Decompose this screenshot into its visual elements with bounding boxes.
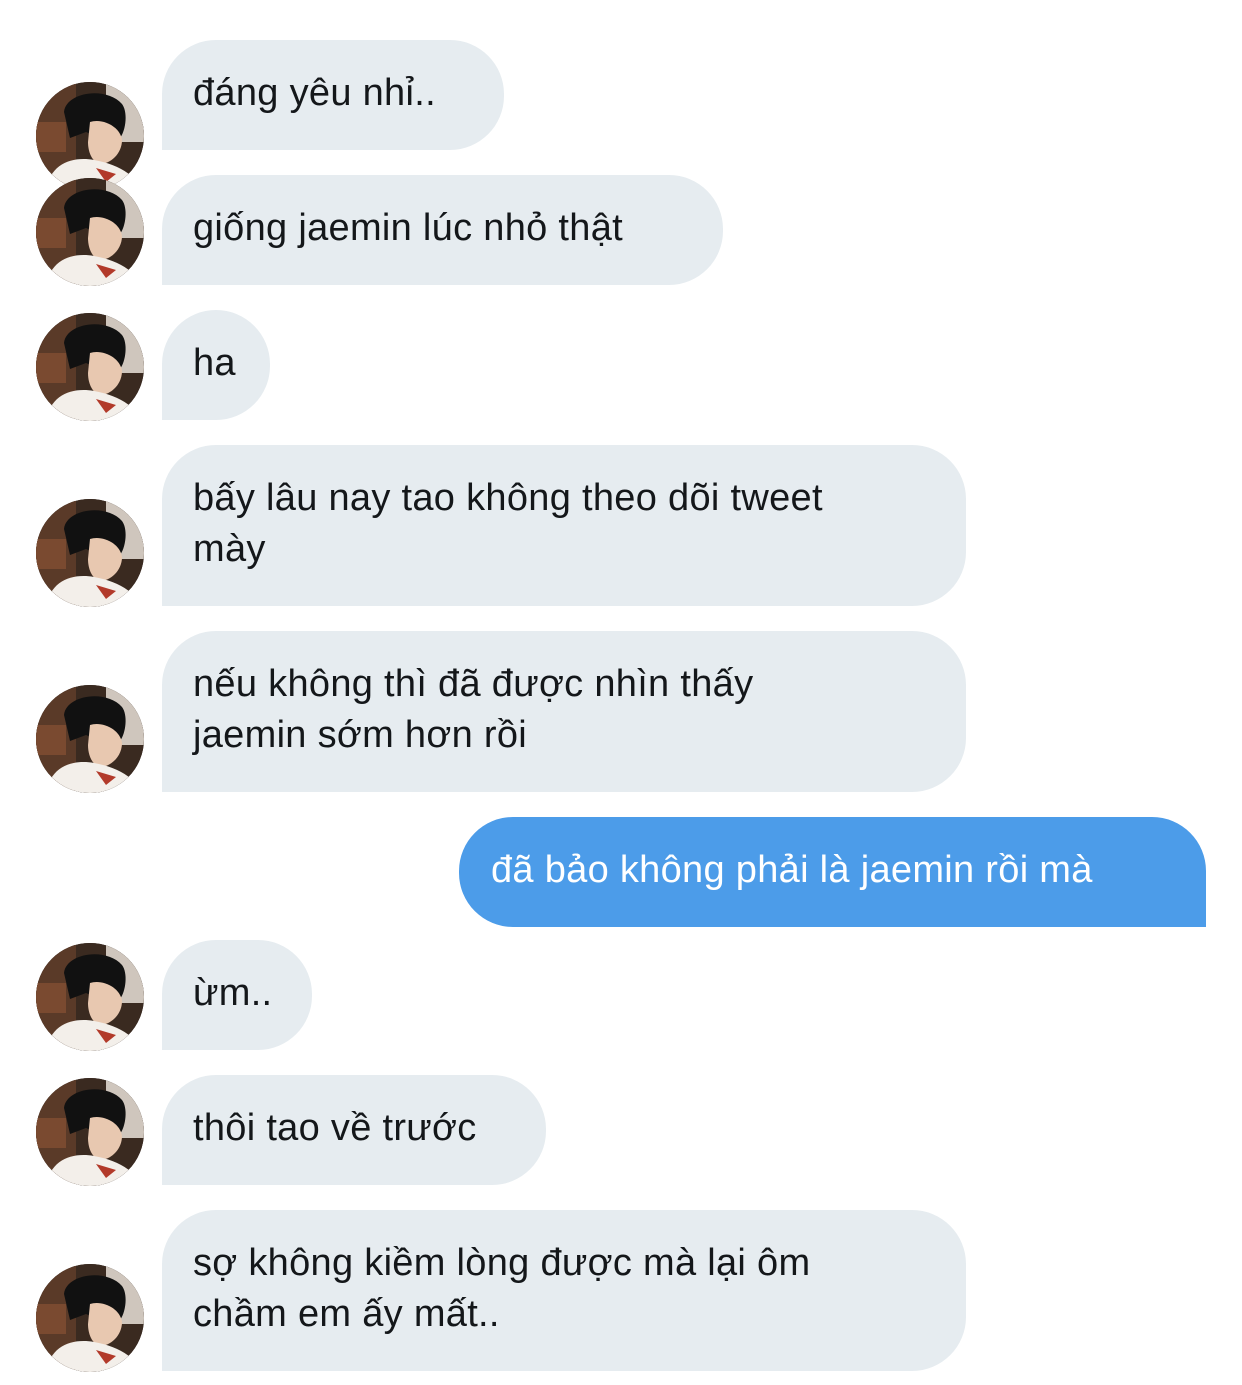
incoming-message-bubble[interactable]: ha — [162, 310, 270, 420]
profile-photo-icon — [36, 1264, 144, 1372]
avatar[interactable] — [36, 1264, 144, 1372]
avatar[interactable] — [36, 499, 144, 607]
incoming-message-bubble[interactable]: nếu không thì đã được nhìn thấy jaemin s… — [162, 631, 966, 792]
avatar[interactable] — [36, 1078, 144, 1186]
incoming-message-bubble[interactable]: đáng yêu nhỉ.. — [162, 40, 504, 150]
avatar[interactable] — [36, 943, 144, 1051]
avatar[interactable] — [36, 178, 144, 286]
incoming-message-bubble[interactable]: bấy lâu nay tao không theo dõi tweet mày — [162, 445, 966, 606]
profile-photo-icon — [36, 178, 144, 286]
incoming-message-bubble[interactable]: giống jaemin lúc nhỏ thật — [162, 175, 723, 285]
avatar[interactable] — [36, 82, 144, 190]
incoming-message-bubble[interactable]: sợ không kiềm lòng được mà lại ôm chầm e… — [162, 1210, 966, 1371]
incoming-message-bubble[interactable]: ừm.. — [162, 940, 312, 1050]
incoming-message-bubble[interactable]: thôi tao về trước — [162, 1075, 546, 1185]
profile-photo-icon — [36, 685, 144, 793]
message-thread: đáng yêu nhỉ.. giống jaemin lúc nhỏ thật… — [0, 0, 1242, 1385]
profile-photo-icon — [36, 313, 144, 421]
outgoing-message-bubble[interactable]: đã bảo không phải là jaemin rồi mà — [459, 817, 1206, 927]
profile-photo-icon — [36, 1078, 144, 1186]
profile-photo-icon — [36, 499, 144, 607]
profile-photo-icon — [36, 943, 144, 1051]
profile-photo-icon — [36, 82, 144, 190]
avatar[interactable] — [36, 685, 144, 793]
avatar[interactable] — [36, 313, 144, 421]
